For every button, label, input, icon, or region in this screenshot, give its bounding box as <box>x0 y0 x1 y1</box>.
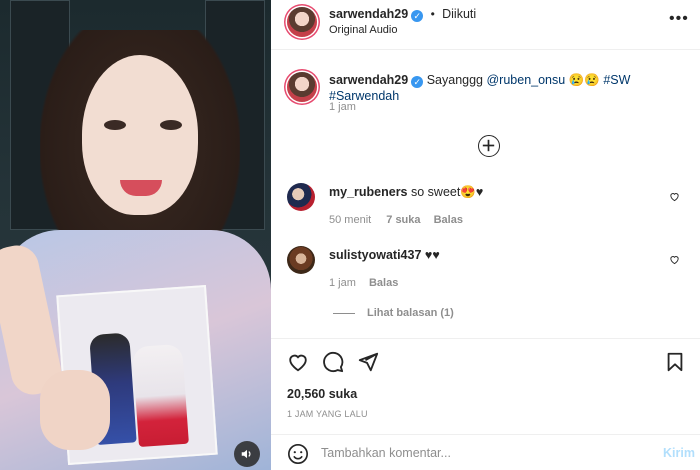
comment-meta: 1 jam Balas <box>329 277 398 289</box>
comment-reply-button[interactable]: Balas <box>434 214 463 226</box>
likes-count[interactable]: 20,560 suka <box>287 387 357 401</box>
comment-body: sulistyowati437 ♥♥ <box>329 248 440 262</box>
caption-username[interactable]: sarwendah29 <box>329 73 408 87</box>
audio-label[interactable]: Original Audio <box>329 24 398 36</box>
comment-username[interactable]: sulistyowati437 <box>329 248 421 262</box>
hand <box>40 370 110 450</box>
comment-username[interactable]: my_rubeners <box>329 185 408 199</box>
comment-icon[interactable] <box>322 351 344 373</box>
load-more-comments-button[interactable] <box>478 135 500 157</box>
view-replies-button[interactable]: Lihat balasan (1) <box>333 307 454 319</box>
comment-body: my_rubeners so sweet😍♥ <box>329 185 483 200</box>
more-options-icon[interactable]: ••• <box>669 10 689 28</box>
emoji-icon[interactable] <box>287 443 309 465</box>
replies-line <box>333 312 355 314</box>
separator-dot: • <box>430 7 435 21</box>
post-media[interactable] <box>0 0 271 470</box>
speaker-icon <box>241 449 251 459</box>
header-username[interactable]: sarwendah29 <box>329 7 408 21</box>
photo-figure <box>132 343 189 448</box>
post-comment-button[interactable]: Kirim <box>663 446 695 460</box>
avatar[interactable] <box>287 7 317 37</box>
comment-likes[interactable]: 7 suka <box>386 214 420 226</box>
commenter-avatar[interactable] <box>287 246 315 274</box>
eye <box>104 120 126 130</box>
verified-badge-icon: ✓ <box>411 10 424 22</box>
comment-time: 1 jam <box>329 277 356 289</box>
comment-meta: 50 menit 7 suka Balas <box>329 214 463 226</box>
verified-badge-icon: ✓ <box>411 76 424 88</box>
eye <box>160 120 182 130</box>
follow-status[interactable]: Diikuti <box>442 7 476 21</box>
share-icon[interactable] <box>357 351 379 373</box>
comment-text: so sweet😍♥ <box>411 185 484 199</box>
comment-time: 50 menit <box>329 214 372 226</box>
caption: sarwendah29 ✓ Sayanggg @ruben_onsu 😢😢 #SW… <box>329 72 689 104</box>
post-timestamp: 1 JAM YANG LALU <box>287 409 368 419</box>
commenter-avatar[interactable] <box>287 183 315 211</box>
like-comment-icon[interactable] <box>669 254 680 265</box>
like-icon[interactable] <box>287 351 309 373</box>
comment-composer: Kirim <box>271 434 700 470</box>
caption-avatar[interactable] <box>287 72 317 102</box>
caption-text: Sayanggg <box>426 73 487 87</box>
comment-text: ♥♥ <box>424 248 440 262</box>
save-bookmark-icon[interactable] <box>665 351 685 373</box>
comment-input[interactable] <box>321 443 641 463</box>
like-comment-icon[interactable] <box>669 191 680 202</box>
caption-time: 1 jam <box>329 101 356 113</box>
caption-mention[interactable]: @ruben_onsu <box>486 73 565 87</box>
post-panel: sarwendah29 ✓ • Diikuti Original Audio ••… <box>271 0 700 470</box>
view-replies-label: Lihat balasan (1) <box>367 307 454 319</box>
post-header: sarwendah29 ✓ • Diikuti Original Audio ••… <box>271 0 700 50</box>
post-actions: 20,560 suka 1 JAM YANG LALU <box>271 338 700 434</box>
header-user-line: sarwendah29 ✓ • Diikuti <box>329 7 476 22</box>
comment-reply-button[interactable]: Balas <box>369 277 398 289</box>
sound-toggle-button[interactable] <box>234 441 260 467</box>
caption-emojis: 😢😢 <box>568 73 600 87</box>
plus-icon <box>482 139 495 152</box>
